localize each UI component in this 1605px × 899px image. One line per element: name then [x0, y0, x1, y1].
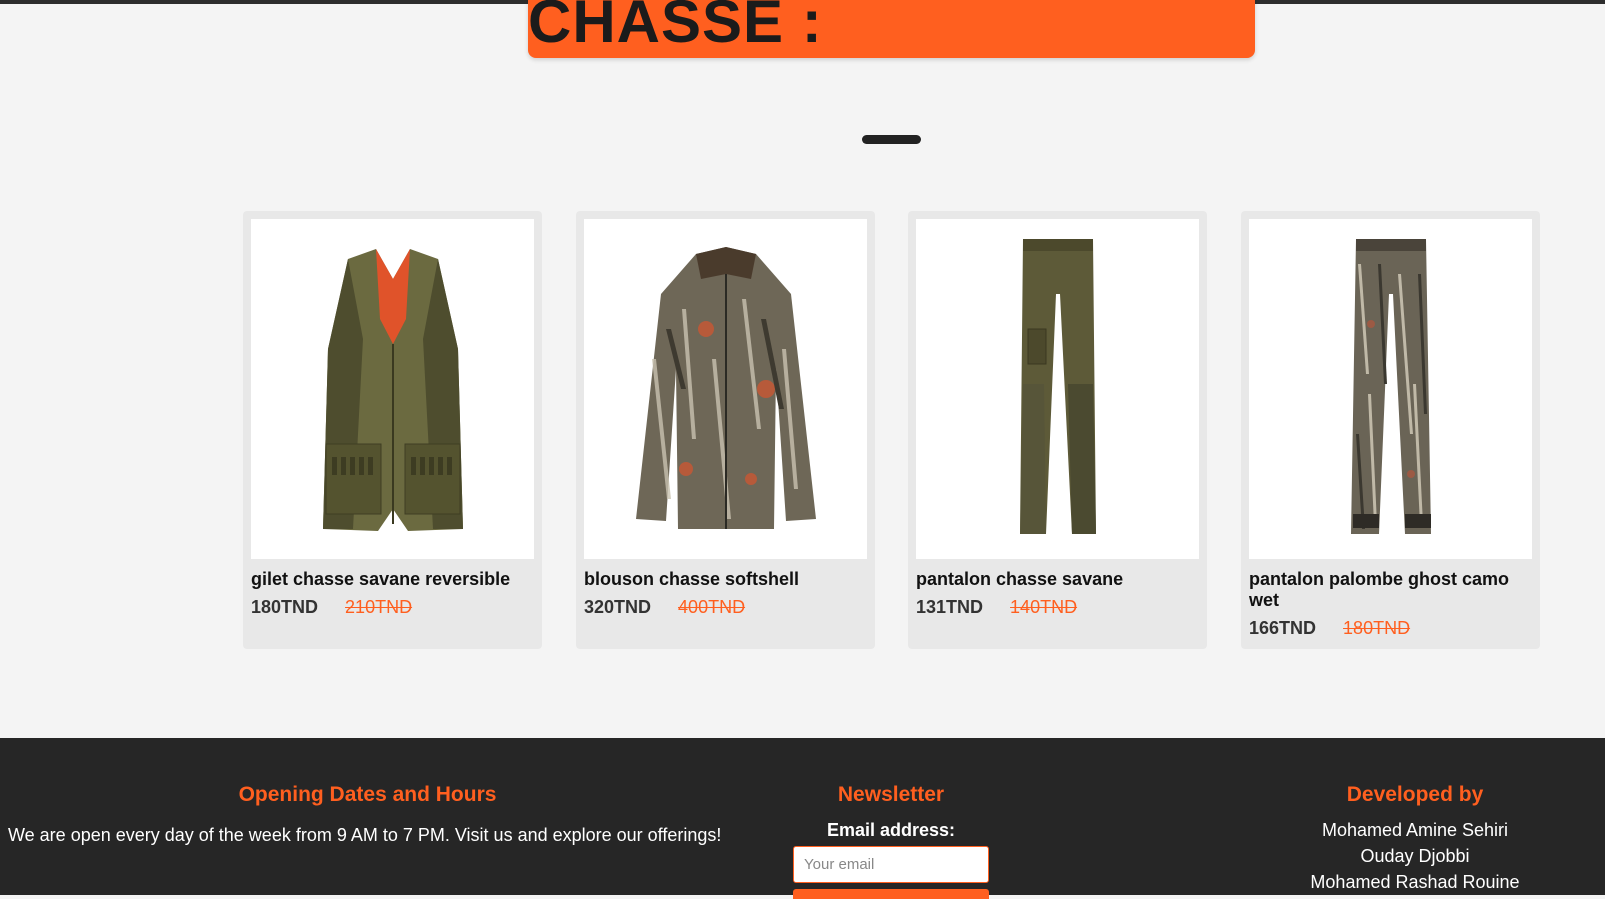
product-old-price: 180TND: [1343, 618, 1411, 638]
product-name[interactable]: gilet chasse savane reversible: [251, 569, 536, 590]
product-image[interactable]: [584, 219, 867, 559]
product-prices: 320TND 400TND: [584, 597, 745, 618]
product-price: 180TND: [251, 597, 319, 617]
product-prices: 131TND 140TND: [916, 597, 1077, 618]
product-price: 166TND: [1249, 618, 1317, 638]
newsletter-title: Newsletter: [837, 783, 945, 806]
section-title-text: VETEMENTS DE CHASSE :: [528, 0, 823, 55]
product-image[interactable]: [251, 219, 534, 559]
product-name[interactable]: pantalon palombe ghost camo wet: [1249, 569, 1534, 611]
email-input[interactable]: [793, 846, 989, 883]
product-card[interactable]: gilet chasse savane reversible 180TND 21…: [243, 211, 542, 649]
product-old-price: 210TND: [345, 597, 413, 617]
product-old-price: 400TND: [678, 597, 746, 617]
product-price: 320TND: [584, 597, 652, 617]
product-price: 131TND: [916, 597, 984, 617]
product-card[interactable]: pantalon palombe ghost camo wet 166TND 1…: [1241, 211, 1540, 649]
product-card[interactable]: blouson chasse softshell 320TND 400TND: [576, 211, 875, 649]
developed-title: Developed by: [1346, 783, 1484, 806]
camo-pants-icon: [1350, 239, 1431, 534]
developer-name: Mohamed Rashad Rouine: [1310, 872, 1520, 892]
email-label: Email address:: [826, 820, 956, 840]
product-prices: 180TND 210TND: [251, 597, 412, 618]
developer-name: Mohamed Amine Sehiri: [1321, 820, 1509, 840]
developer-name: Ouday Djobbi: [1360, 846, 1470, 866]
product-image[interactable]: [1249, 219, 1532, 559]
section-title: VETEMENTS DE CHASSE :: [528, 0, 1255, 58]
hunting-pants-icon: [1019, 239, 1096, 534]
footer: Opening Dates and Hours We are open ever…: [0, 738, 1605, 899]
product-prices: 166TND 180TND: [1249, 618, 1410, 639]
hours-title: Opening Dates and Hours: [238, 783, 497, 806]
hunting-vest-icon: [322, 249, 463, 531]
product-name[interactable]: pantalon chasse savane: [916, 569, 1201, 590]
product-old-price: 140TND: [1010, 597, 1078, 617]
product-image[interactable]: [916, 219, 1199, 559]
title-divider: [862, 135, 921, 144]
subscribe-button[interactable]: [793, 889, 989, 899]
hours-text: We are open every day of the week from 9…: [8, 825, 722, 845]
product-name[interactable]: blouson chasse softshell: [584, 569, 869, 590]
product-card[interactable]: pantalon chasse savane 131TND 140TND: [908, 211, 1207, 649]
camo-jacket-icon: [635, 247, 816, 529]
